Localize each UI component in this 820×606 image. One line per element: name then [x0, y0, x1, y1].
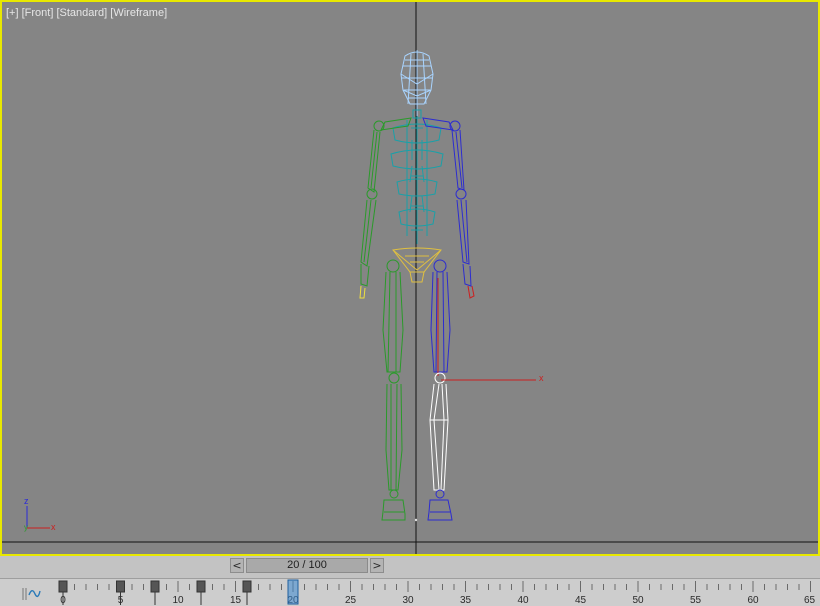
keyframe-marker[interactable]	[196, 580, 206, 593]
ruler-label: 35	[460, 595, 472, 606]
biped-left-arm[interactable]	[360, 117, 412, 287]
biped-right-thigh[interactable]	[430, 259, 451, 373]
axis-z-label: z	[24, 496, 29, 506]
time-slider-thumb[interactable]: 20 / 100	[246, 558, 368, 573]
biped-head[interactable]	[400, 50, 434, 116]
ruler-label: 50	[632, 595, 644, 606]
keyframe-marker[interactable]	[58, 580, 68, 593]
biped-right-foot[interactable]	[427, 489, 453, 521]
ruler-label: 40	[517, 595, 529, 606]
prev-frame-button[interactable]: <	[230, 558, 244, 573]
gizmo-x-label: x	[539, 373, 544, 383]
keyframe-marker[interactable]	[242, 580, 252, 593]
time-slider-bar: < 20 / 100 >	[0, 556, 820, 578]
ruler-label: 30	[402, 595, 414, 606]
biped-left-leg[interactable]	[381, 259, 406, 521]
ruler-label: 15	[230, 595, 242, 606]
front-viewport[interactable]: [+] [Front] [Standard] [Wireframe] x z y…	[0, 0, 820, 556]
biped-right-hand[interactable]	[467, 285, 475, 299]
ruler-label: 25	[345, 595, 357, 606]
biped-right-arm[interactable]	[422, 117, 472, 287]
current-frame-marker[interactable]	[287, 579, 299, 605]
keyframe-marker[interactable]	[150, 580, 160, 593]
track-bar-ruler[interactable]: 05101520253035404550556065	[0, 578, 820, 606]
ruler-label: 45	[575, 595, 587, 606]
track-bar[interactable]: 05101520253035404550556065	[0, 578, 820, 606]
transform-gizmo[interactable]: x	[441, 373, 544, 383]
axis-y-label: y	[24, 523, 28, 532]
axis-x-label: x	[51, 522, 56, 532]
biped-right-shin[interactable]	[429, 372, 449, 491]
biped-left-hand[interactable]	[359, 285, 366, 299]
biped-spine[interactable]	[390, 109, 444, 244]
ruler-label: 65	[804, 595, 816, 606]
next-frame-button[interactable]: >	[370, 558, 384, 573]
keyframe-marker[interactable]	[116, 580, 125, 593]
pivot-marker	[414, 518, 418, 522]
ruler-label: 60	[747, 595, 759, 606]
ruler-label: 10	[172, 595, 184, 606]
viewport-scene[interactable]: x z y x	[2, 2, 818, 554]
curve-editor-icon[interactable]	[22, 588, 41, 600]
ruler-label: 55	[690, 595, 702, 606]
axis-tripod-icon: z y x	[24, 496, 56, 532]
